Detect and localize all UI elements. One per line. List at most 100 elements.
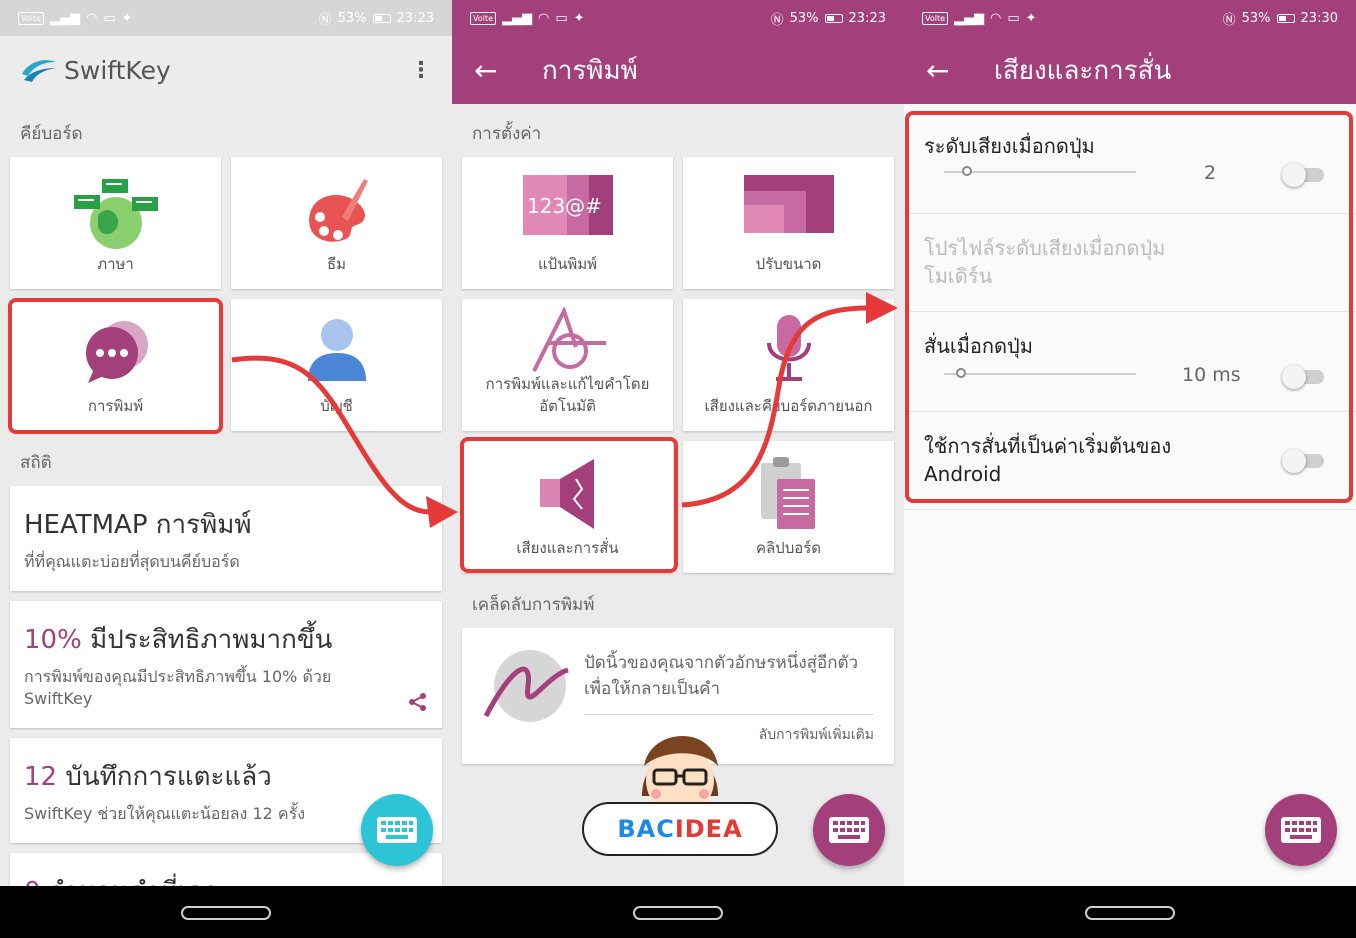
tile-label: คลิปบอร์ด	[755, 539, 822, 557]
resize-icon	[743, 175, 834, 233]
battery-percent: 53%	[1241, 10, 1271, 26]
stat-number: 12	[24, 762, 58, 792]
tile-keyboard-layout[interactable]: 123@# แป้นพิมพ์	[462, 157, 673, 289]
overflow-menu-icon[interactable]: ⋮	[410, 58, 432, 83]
setting-keypress-volume[interactable]: ระดับเสียงเมื่อกดปุ่ม 2	[904, 112, 1356, 214]
tile-label: ภาษา	[97, 255, 134, 273]
tile-label: ธีม	[326, 255, 347, 273]
microphone-icon	[766, 315, 811, 381]
tile-sound-vibration[interactable]: เสียงและการสั่น	[462, 441, 673, 573]
section-tips: เคล็ดลับการพิมพ์	[472, 595, 595, 615]
volte-indicator: Volte	[470, 11, 497, 25]
vibration-slider-thumb[interactable]	[956, 368, 966, 378]
clipboard-icon	[760, 457, 815, 529]
cast-icon: ▭	[103, 10, 116, 26]
battery-icon	[372, 13, 391, 23]
home-pill-1[interactable]	[181, 906, 271, 920]
keyboard-fab[interactable]	[1265, 794, 1337, 866]
stat-title: HEATMAP การพิมพ์	[24, 510, 252, 540]
default-vibration-toggle[interactable]	[1282, 449, 1324, 473]
tile-themes[interactable]: ธีม	[231, 157, 442, 289]
setting-subtitle: โมเดิร์น	[924, 264, 993, 288]
signal-icon: ▂▄▆	[954, 10, 985, 26]
settings-tiles: 123@# แป้นพิมพ์ ปรับขนาด การพิมพ์และแก้ไ…	[452, 157, 904, 573]
setting-keypress-vibration[interactable]: สั่นเมื่อกดปุ่ม 10 ms	[904, 312, 1356, 412]
palette-icon	[308, 179, 368, 242]
watermark-part1: BAC	[617, 815, 675, 843]
nfc-icon: Ⓝ	[770, 12, 784, 28]
tip-text: ปัดนิ้วของคุณจากตัวอักษรหนึ่งสู่อีกตัวเพ…	[584, 653, 859, 699]
tile-typing[interactable]: การพิมพ์	[10, 299, 221, 431]
tile-label: ปรับขนาด	[755, 255, 822, 273]
wifi-icon: ◠	[990, 10, 1002, 26]
volume-slider-thumb[interactable]	[962, 166, 972, 176]
stat-title: บันทึกการแตะแล้ว	[65, 762, 272, 792]
vibration-value: 10 ms	[1182, 364, 1241, 386]
tile-clipboard[interactable]: คลิปบอร์ด	[683, 441, 894, 573]
wifi-icon: ◠	[86, 10, 98, 26]
tile-account[interactable]: บัญชี	[231, 299, 442, 431]
battery-percent: 53%	[789, 10, 819, 26]
share-icon[interactable]	[408, 692, 428, 712]
stat-subtitle: ที่ที่คุณแตะบ่อยที่สุดบนคีย์บอร์ด	[24, 552, 240, 571]
tile-languages[interactable]: ภาษา	[10, 157, 221, 289]
volume-value: 2	[1204, 162, 1217, 184]
keyboard-icon	[377, 817, 417, 843]
stat-number: 10%	[24, 625, 82, 655]
status-bar: Volte ▂▄▆ ◠ ▭ ✦ Ⓝ 53% 23:23	[452, 0, 904, 36]
clock: 23:23	[396, 10, 434, 26]
signal-icon: ▂▄▆	[50, 10, 81, 26]
bacidea-watermark: BAC IDEA	[582, 802, 778, 856]
cast-icon: ▭	[1007, 10, 1020, 26]
page-title: เสียงและการสั่น	[994, 55, 1172, 86]
stat-card-heatmap[interactable]: HEATMAP การพิมพ์ ที่ที่คุณแตะบ่อยที่สุดบ…	[10, 486, 442, 591]
twitter-icon: ✦	[121, 10, 133, 26]
app-bar: ← เสียงและการสั่น	[904, 36, 1356, 104]
setting-default-vibration[interactable]: ใช้การสั่นที่เป็นค่าเริ่มต้นของ Android	[904, 412, 1356, 510]
volume-slider-track[interactable]	[944, 171, 1136, 173]
account-icon	[307, 319, 366, 381]
status-bar: Volte ▂▄▆ ◠ ▭ ✦ Ⓝ 53% 23:30	[904, 0, 1356, 36]
vibration-slider-track[interactable]	[944, 373, 1136, 375]
clock: 23:30	[1300, 10, 1338, 26]
tile-autocorrect[interactable]: การพิมพ์และแก้ไขคำโดยอัตโนมัติ	[462, 299, 673, 431]
clock: 23:23	[848, 10, 886, 26]
vibration-toggle[interactable]	[1282, 365, 1324, 389]
typing-bubble-icon	[85, 321, 148, 383]
signal-icon: ▂▄▆	[502, 10, 533, 26]
keyboard-fab[interactable]	[813, 794, 885, 866]
back-arrow-icon[interactable]: ←	[474, 54, 534, 87]
battery-percent: 53%	[337, 10, 367, 26]
sound-vibration-screen: Volte ▂▄▆ ◠ ▭ ✦ Ⓝ 53% 23:30 ← เสียงและกา…	[904, 0, 1356, 886]
volume-toggle[interactable]	[1282, 163, 1324, 187]
keyboard-layout-icon: 123@#	[522, 175, 613, 235]
tile-label: การพิมพ์และแก้ไขคำโดยอัตโนมัติ	[485, 375, 650, 415]
home-pill-2[interactable]	[633, 906, 723, 920]
keyboard-icon	[829, 817, 869, 843]
tile-voice-external[interactable]: เสียงและคีย์บอร์ดภายนอก	[683, 299, 894, 431]
battery-icon	[824, 13, 843, 23]
section-stats: สถิติ	[20, 453, 52, 473]
status-bar: Volte ▂▄▆ ◠ ▭ ✦ Ⓝ 53% 23:23	[0, 0, 452, 36]
stat-card-efficiency[interactable]: 10% มีประสิทธิภาพมากขึ้น การพิมพ์ของคุณม…	[10, 601, 442, 728]
home-pill-3[interactable]	[1085, 906, 1175, 920]
wifi-icon: ◠	[538, 10, 550, 26]
swipe-gesture-icon	[483, 650, 569, 722]
nfc-icon: Ⓝ	[1222, 12, 1236, 28]
keyboard-fab[interactable]	[361, 794, 433, 866]
page-title: การพิมพ์	[542, 55, 638, 86]
setting-title: โปรไฟล์ระดับเสียงเมื่อกดปุ่ม	[924, 236, 1166, 260]
app-bar: ← การพิมพ์	[452, 36, 904, 104]
cast-icon: ▭	[555, 10, 568, 26]
app-bar: SwiftKey ⋮	[0, 36, 452, 104]
keyboard-glyphs: 123@#	[527, 194, 602, 218]
setting-title-2: Android	[924, 462, 1002, 486]
tile-resize[interactable]: ปรับขนาด	[683, 157, 894, 289]
battery-icon	[1276, 13, 1295, 23]
back-arrow-icon[interactable]: ←	[926, 54, 986, 87]
section-keyboard: คีย์บอร์ด	[20, 124, 83, 144]
twitter-icon: ✦	[573, 10, 585, 26]
setting-title: สั่นเมื่อกดปุ่ม	[924, 334, 1033, 358]
keyboard-tiles: ภาษา ธีม การพิมพ์ บัญชี	[0, 157, 452, 431]
globe-language-icon	[73, 179, 158, 249]
